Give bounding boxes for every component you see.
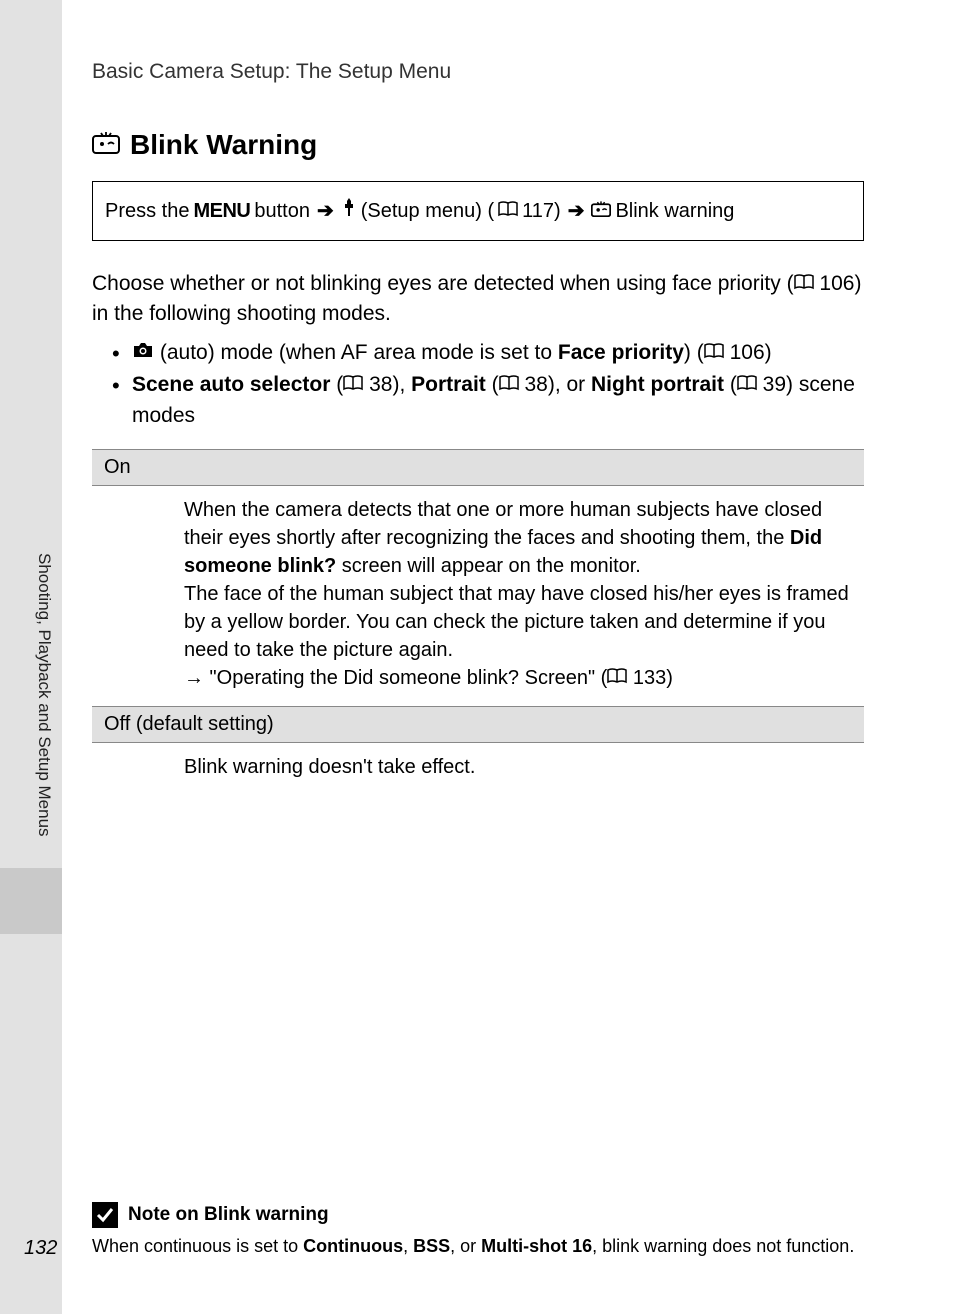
opt-text: The face of the human subject that may h… xyxy=(184,583,849,661)
bullet-text: (auto) mode (when AF area mode is set to xyxy=(160,341,558,364)
options-table: On When the camera detects that one or m… xyxy=(92,449,864,795)
option-row-header: On xyxy=(92,450,864,486)
note-bold: Continuous xyxy=(303,1236,403,1256)
bullet-text: ( xyxy=(330,373,343,396)
option-body-on: When the camera detects that one or more… xyxy=(92,486,864,707)
list-item: (auto) mode (when AF area mode is set to… xyxy=(112,338,864,368)
note-text: , blink warning does not function. xyxy=(592,1236,854,1256)
book-icon xyxy=(499,373,519,396)
note-heading: Note on Blink warning xyxy=(92,1202,864,1228)
note-title: Note on Blink warning xyxy=(128,1204,329,1226)
option-row-body: When the camera detects that one or more… xyxy=(92,486,864,707)
book-icon xyxy=(704,341,724,364)
option-label-off: Off (default setting) xyxy=(92,707,864,743)
wrench-icon xyxy=(341,196,357,226)
page-ref: 38), or xyxy=(524,373,591,396)
opt-text: screen will appear on the monitor. xyxy=(336,555,641,577)
opt-link-text: → "Operating the Did someone blink? Scre… xyxy=(184,667,607,689)
camera-icon xyxy=(132,341,154,364)
section-heading: Blink Warning xyxy=(92,129,864,161)
opt-text: When the camera detects that one or more… xyxy=(184,499,822,549)
intro-text: Choose whether or not blinking eyes are … xyxy=(92,272,794,295)
nav-text: button xyxy=(254,196,310,226)
book-icon xyxy=(343,373,363,396)
bullet-text: ( xyxy=(486,373,499,396)
bullet-bold: Scene auto selector xyxy=(132,373,330,396)
arrow-right-icon: ➔ xyxy=(568,196,585,226)
note-text: , xyxy=(403,1236,413,1256)
nav-text: (Setup menu) ( xyxy=(361,196,494,226)
note-bold: BSS xyxy=(413,1236,450,1256)
blink-warning-icon xyxy=(92,129,120,161)
bullet-text: ) ( xyxy=(684,341,704,364)
menu-button-label: MENU xyxy=(193,196,250,226)
arrow-right-icon: ➔ xyxy=(317,196,334,226)
navigation-path-box: Press the MENU button ➔ (Setup menu) ( 1… xyxy=(92,181,864,241)
note-block: Note on Blink warning When continuous is… xyxy=(92,1202,864,1259)
note-bold: Multi-shot 16 xyxy=(481,1236,592,1256)
blink-warning-small-icon xyxy=(591,196,611,226)
option-body-off: Blink warning doesn't take effect. xyxy=(92,743,864,796)
bullet-bold: Face priority xyxy=(558,341,684,364)
side-section-label: Shooting, Playback and Setup Menus xyxy=(0,545,66,845)
page-ref: 106) xyxy=(730,341,772,364)
note-text: , or xyxy=(450,1236,481,1256)
option-row-body: Blink warning doesn't take effect. xyxy=(92,743,864,796)
mode-list: (auto) mode (when AF area mode is set to… xyxy=(92,338,864,431)
book-icon xyxy=(737,373,757,396)
book-icon xyxy=(794,272,814,295)
book-icon xyxy=(498,196,518,226)
option-row-header: Off (default setting) xyxy=(92,707,864,743)
nav-page-ref: 117) xyxy=(522,196,561,226)
check-icon xyxy=(92,1202,118,1228)
nav-text: Blink warning xyxy=(615,196,734,226)
page-ref: 38), xyxy=(369,373,411,396)
breadcrumb-header: Basic Camera Setup: The Setup Menu xyxy=(92,60,864,84)
heading-text: Blink Warning xyxy=(130,129,317,161)
page-content: Basic Camera Setup: The Setup Menu Blink… xyxy=(62,0,954,1314)
bullet-text: ( xyxy=(724,373,737,396)
side-tab: Shooting, Playback and Setup Menus xyxy=(0,545,66,845)
note-text: When continuous is set to xyxy=(92,1236,303,1256)
book-icon xyxy=(607,667,627,689)
intro-paragraph: Choose whether or not blinking eyes are … xyxy=(92,269,864,330)
page-number: 132 xyxy=(24,1237,57,1260)
nav-text: Press the xyxy=(105,196,189,226)
option-label-on: On xyxy=(92,450,864,486)
side-tab-marker xyxy=(0,868,62,934)
note-body: When continuous is set to Continuous, BS… xyxy=(92,1234,864,1259)
bullet-bold: Night portrait xyxy=(591,373,724,396)
list-item: Scene auto selector ( 38), Portrait ( 38… xyxy=(112,370,864,431)
page-ref: 133) xyxy=(633,667,673,689)
bullet-bold: Portrait xyxy=(411,373,486,396)
